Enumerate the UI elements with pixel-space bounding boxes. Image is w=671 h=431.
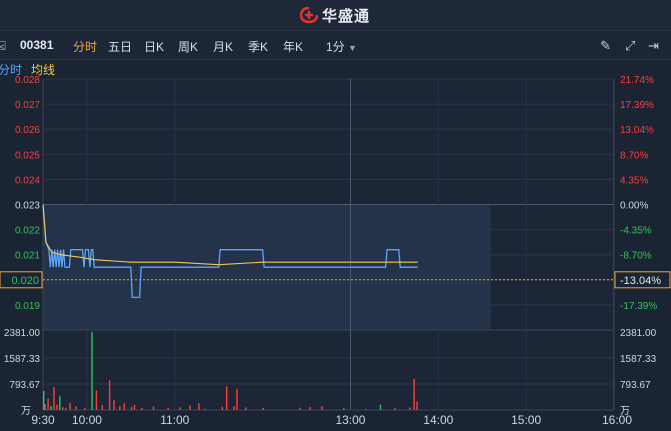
volume-bar xyxy=(83,407,86,410)
current-price-label: 0.020 xyxy=(11,275,39,287)
price-tick-label: 0.019 xyxy=(15,301,40,312)
volume-tick-label: 2381.00 xyxy=(620,328,657,339)
volume-bar xyxy=(101,405,103,410)
volume-bar xyxy=(299,407,301,410)
volume-bar xyxy=(321,406,323,410)
volume-bar xyxy=(130,407,133,410)
volume-bar xyxy=(379,404,382,410)
price-tick-label: 0.021 xyxy=(15,251,40,262)
volume-bar xyxy=(62,407,64,410)
pct-tick-label: -8.70% xyxy=(620,251,652,262)
volume-tick-label: 1587.33 xyxy=(4,354,41,365)
volume-bar xyxy=(53,387,55,410)
volume-bar xyxy=(416,401,418,410)
price-tick-label: 0.027 xyxy=(15,100,40,111)
pct-tick-label: 4.35% xyxy=(620,175,648,186)
volume-bar xyxy=(167,407,169,410)
volume-bar xyxy=(413,378,415,410)
volume-bar xyxy=(91,332,93,410)
volume-bar xyxy=(365,409,367,410)
volume-bar xyxy=(198,403,200,410)
volume-bar xyxy=(152,406,155,410)
pct-tick-label: 0.00% xyxy=(620,201,648,212)
price-tick-label: 0.024 xyxy=(15,175,40,186)
volume-bar xyxy=(245,407,247,410)
volume-bar xyxy=(50,406,52,410)
volume-bar xyxy=(59,396,61,410)
volume-bar xyxy=(141,407,143,410)
time-tick-label: 14:00 xyxy=(423,413,453,427)
volume-bar xyxy=(189,405,191,410)
volume-bar xyxy=(75,406,77,410)
volume-bar xyxy=(44,404,46,410)
time-tick-label: 15:00 xyxy=(511,413,541,427)
volume-bar xyxy=(69,402,71,410)
time-tick-label: 13:00 xyxy=(335,413,365,427)
volume-bar xyxy=(309,407,311,410)
volume-tick-label: 2381.00 xyxy=(4,328,41,339)
volume-bar xyxy=(343,408,345,410)
current-pct-label: -13.04% xyxy=(620,275,661,287)
volume-bar xyxy=(113,400,115,410)
pct-tick-label: -17.39% xyxy=(620,301,657,312)
volume-unit-label: 万 xyxy=(21,406,31,417)
volume-bar xyxy=(204,408,206,410)
time-tick-label: 10:00 xyxy=(72,413,102,427)
time-tick-label: 11:00 xyxy=(160,413,189,427)
price-tick-label: 0.022 xyxy=(15,226,40,237)
pct-tick-label: 17.39% xyxy=(620,100,654,111)
volume-bar xyxy=(262,408,265,410)
pct-tick-label: 21.74% xyxy=(620,75,654,86)
volume-bar xyxy=(236,388,238,410)
volume-bar xyxy=(133,404,136,410)
volume-bar xyxy=(123,403,125,410)
volume-bar xyxy=(226,386,228,410)
intraday-chart[interactable]: 0.028 0.027 0.026 0.025 0.024 0.023 0.022 0.021… xyxy=(0,0,671,431)
price-tick-label: 0.023 xyxy=(15,201,40,212)
volume-bar xyxy=(119,406,121,410)
volume-bar xyxy=(233,406,235,410)
pct-tick-label: 8.70% xyxy=(620,150,648,161)
time-tick-label: 16:00 xyxy=(602,413,632,427)
volume-bar xyxy=(221,406,224,410)
price-tick-label: 0.025 xyxy=(15,150,40,161)
time-tick-label: 9:30 xyxy=(31,413,55,427)
price-tick-label: 0.028 xyxy=(15,75,40,86)
volume-bar xyxy=(95,390,98,410)
pct-tick-label: 13.04% xyxy=(620,125,654,136)
volume-bar xyxy=(64,408,67,410)
volume-bar xyxy=(47,398,49,410)
volume-bar xyxy=(409,407,411,410)
volume-bar xyxy=(43,390,45,410)
volume-panel xyxy=(43,330,614,410)
pct-tick-label: -4.35% xyxy=(620,226,652,237)
price-tick-label: 0.026 xyxy=(15,125,40,136)
volume-bar xyxy=(108,380,111,410)
volume-bar xyxy=(56,404,58,410)
volume-bar xyxy=(394,408,396,410)
volume-tick-label: 793.67 xyxy=(620,380,651,391)
volume-bar xyxy=(179,407,181,410)
volume-tick-label: 1587.33 xyxy=(620,354,657,365)
volume-tick-label: 793.67 xyxy=(9,380,40,391)
